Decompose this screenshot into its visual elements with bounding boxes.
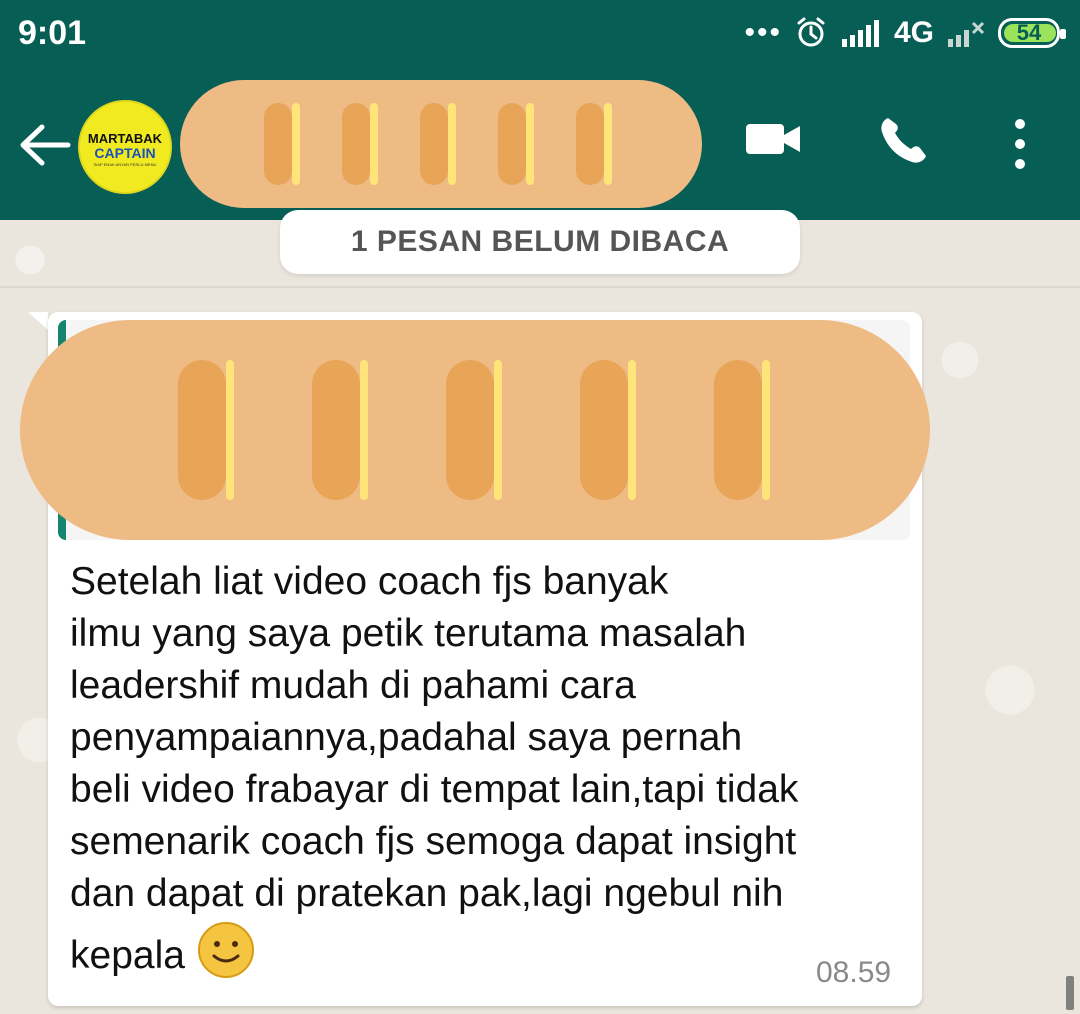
message-line-5: beli video frabayar di tempat lain,tapi … bbox=[70, 768, 799, 811]
message-line-7: dan dapat di pratekan pak,lagi ngebul ni… bbox=[70, 872, 784, 915]
battery-icon: 54 bbox=[998, 18, 1066, 48]
status-bar: 9:01 ••• 4G 54 bbox=[0, 0, 1080, 66]
signal-icon bbox=[841, 20, 879, 47]
unread-banner: 1 PESAN BELUM DIBACA bbox=[280, 210, 800, 274]
contact-avatar[interactable]: MARTABAK CAPTAIN SIAP ENAK ANYAR PERLU M… bbox=[78, 100, 172, 194]
alarm-icon bbox=[797, 17, 825, 47]
more-options-icon[interactable] bbox=[1010, 118, 1030, 170]
message-line-1: Setelah liat video coach fjs banyak bbox=[70, 560, 669, 603]
signal-no-service-icon bbox=[948, 21, 985, 47]
message-timestamp: 08.59 bbox=[816, 956, 892, 989]
status-icons: ••• 4G 54 bbox=[744, 12, 1066, 54]
network-4g-icon: 4G bbox=[893, 16, 934, 49]
redaction-quote bbox=[20, 320, 930, 540]
scroll-indicator[interactable] bbox=[1066, 976, 1074, 1010]
bubble-tail bbox=[28, 312, 48, 330]
message-line-2: ilmu yang saya petik terutama masalah bbox=[70, 612, 747, 655]
voice-call-icon[interactable] bbox=[876, 114, 930, 168]
message-line-3: leadershif mudah di pahami cara bbox=[70, 664, 636, 707]
status-time: 9:01 bbox=[18, 14, 87, 52]
notification-dots-icon: ••• bbox=[744, 16, 782, 49]
message-text: Setelah liat video coach fjs banyak ilmu… bbox=[70, 556, 910, 982]
message-line-8: kepala bbox=[70, 920, 910, 982]
unread-divider bbox=[0, 286, 1080, 288]
back-arrow-icon[interactable] bbox=[18, 122, 74, 168]
message-line-6: semenarik coach fjs semoga dapat insight bbox=[70, 820, 797, 863]
smiling-face-icon bbox=[197, 922, 254, 978]
video-call-icon[interactable] bbox=[744, 118, 802, 160]
redaction-header bbox=[180, 80, 702, 208]
message-line-8-text: kepala bbox=[70, 934, 185, 977]
message-line-4: penyampaiannya,padahal saya pernah bbox=[70, 716, 743, 759]
